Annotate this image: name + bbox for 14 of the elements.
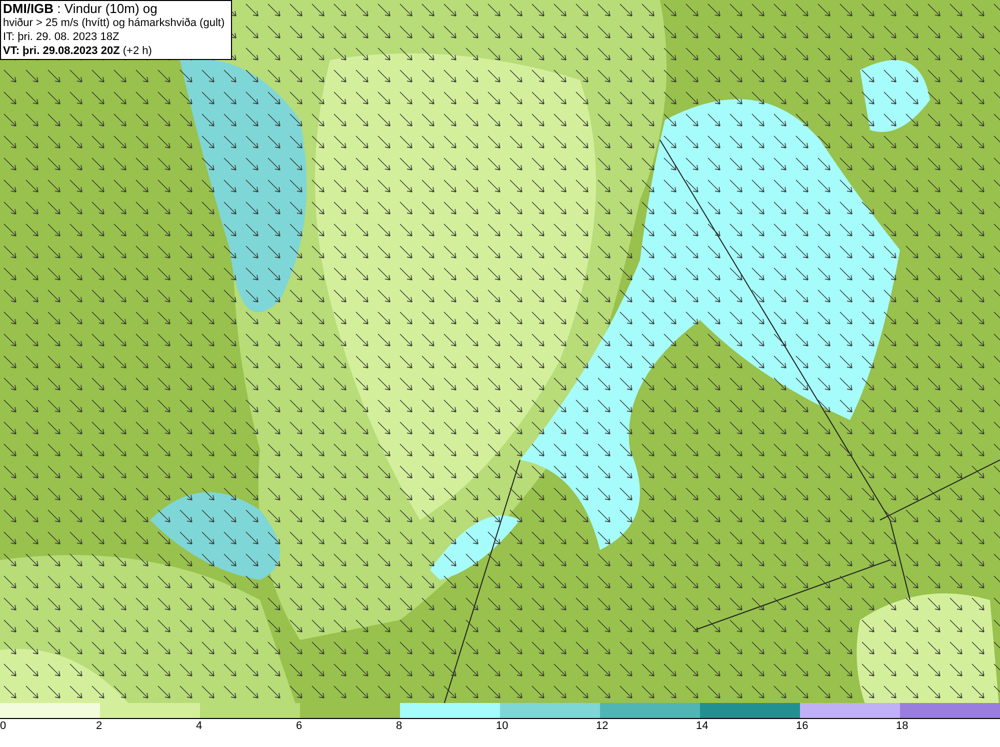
legend-label: 18	[896, 720, 908, 732]
legend-label: 4	[196, 720, 202, 732]
legend-label: 12	[596, 720, 608, 732]
legend-label: 2	[96, 720, 102, 732]
title-text: VT: þri. 29.08.2023 20Z (+2 h)	[3, 44, 153, 58]
legend-label: 6	[296, 720, 302, 732]
legend-label: 14	[696, 720, 708, 732]
title-text: IT: þri. 29. 08. 2023 18Z	[3, 30, 120, 44]
title-text: DMI/IGB : Vindur (10m) og	[3, 2, 158, 16]
legend-label: 10	[496, 720, 508, 732]
legend-label: 16	[796, 720, 808, 732]
legend-label: 0	[0, 720, 6, 732]
legend-label: 8	[396, 720, 402, 732]
title-text: hviður > 25 m/s (hvítt) og hámarkshviða (gult)	[3, 16, 226, 30]
